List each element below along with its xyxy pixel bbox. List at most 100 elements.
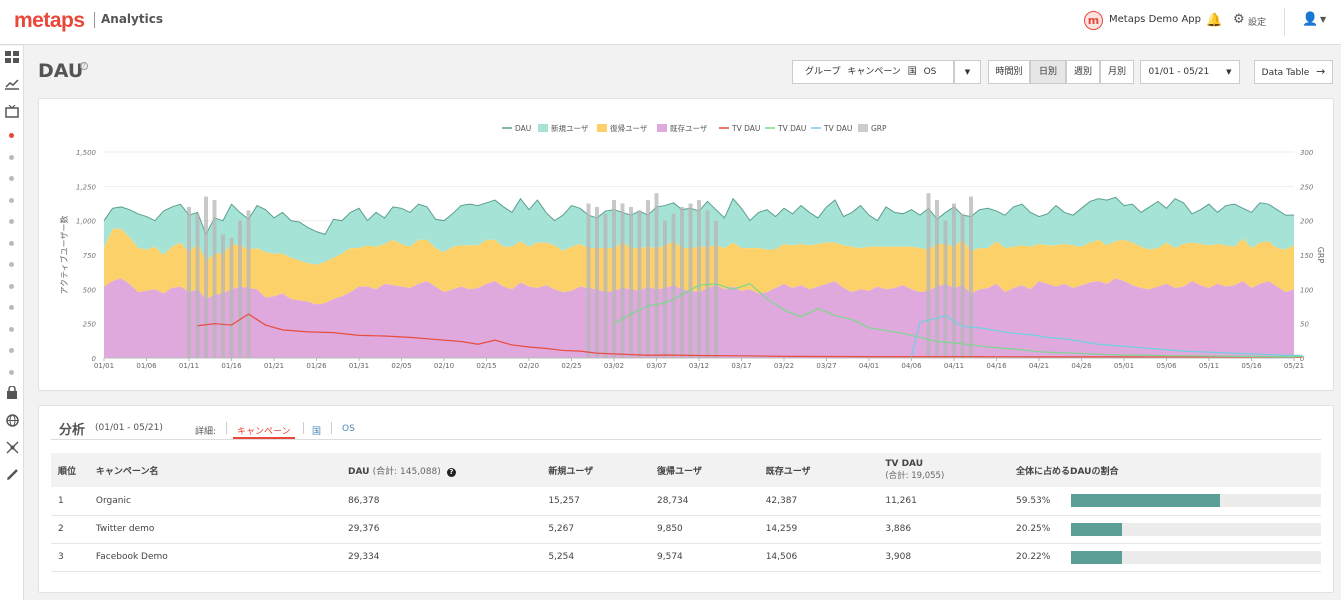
settings-link[interactable]: 設定	[1248, 15, 1266, 28]
x-tick-label: 02/10	[434, 362, 454, 370]
sidebar-nav-dot[interactable]	[9, 283, 14, 289]
grp-bar	[960, 213, 965, 358]
date-range-value: 01/01 - 05/21	[1148, 67, 1210, 77]
group-selector[interactable]: グループ キャンペーン 国 OS	[792, 60, 954, 84]
sidebar-nav-dot[interactable]	[9, 369, 14, 375]
cell-name: Organic	[88, 487, 341, 516]
tab-divider	[331, 422, 332, 434]
sidebar-nav-dot[interactable]	[9, 219, 14, 224]
cell-existing: 14,506	[758, 543, 879, 572]
metaps-logo[interactable]: metaps	[14, 9, 85, 33]
help-icon[interactable]: ?	[80, 62, 88, 70]
share-bar-track	[1071, 494, 1321, 508]
legend-swatch	[597, 124, 607, 132]
caret-down-icon: ▼	[964, 68, 971, 76]
x-tick-label: 04/26	[1071, 362, 1092, 370]
dashboard-icon[interactable]	[4, 51, 20, 65]
y-tick-label: 1,500	[76, 149, 97, 157]
granularity-hourly[interactable]: 時間別	[988, 60, 1030, 84]
globe-icon[interactable]	[4, 414, 20, 428]
grp-bar	[697, 200, 701, 358]
legend-label: 新規ユーザ	[551, 123, 589, 133]
tab-os[interactable]: OS	[342, 424, 355, 434]
table-row[interactable]: 1 Organic 86,378 15,257 28,734 42,387 11,261 59…	[51, 487, 1321, 516]
caret-down-icon[interactable]: ▼	[1320, 15, 1326, 24]
bell-icon[interactable]: 🔔	[1206, 13, 1222, 28]
sidebar-nav-dot[interactable]	[9, 133, 14, 138]
app-selector[interactable]: Metaps Demo App	[1109, 14, 1201, 25]
y-tick-label: 750	[83, 252, 97, 260]
analysis-table: 順位 キャンペーン名 DAU (合計: 145,088) ? 新規ユーザ 復帰ユ…	[51, 453, 1321, 572]
x-tick-label: 01/31	[349, 362, 369, 370]
data-table-button[interactable]: Data Table →	[1254, 60, 1333, 84]
cell-tv: 3,908	[878, 543, 1009, 572]
col-tv-dau[interactable]: TV DAU (合計: 19,055)	[878, 453, 1009, 487]
col-share[interactable]: 全体に占めるDAUの割合	[1009, 453, 1321, 487]
sidebar-nav-dot[interactable]	[9, 176, 14, 181]
x-tick-label: 01/21	[264, 362, 284, 370]
col-rank[interactable]: 順位	[51, 453, 89, 487]
sidebar	[0, 46, 24, 600]
col-tv-total: (合計: 19,055)	[885, 471, 945, 481]
cell-tv: 11,261	[878, 487, 1009, 516]
chart-icon[interactable]	[4, 78, 20, 92]
user-icon[interactable]: 👤	[1302, 12, 1318, 27]
col-existing-users[interactable]: 既存ユーザ	[758, 453, 879, 487]
sidebar-nav-dot[interactable]	[9, 154, 14, 160]
user-divider	[1284, 8, 1285, 36]
sidebar-nav-dot[interactable]	[9, 197, 14, 203]
y-tick-label: 250	[83, 321, 97, 329]
col-returning-users[interactable]: 復帰ユーザ	[650, 453, 759, 487]
granularity-monthly[interactable]: 月別	[1100, 60, 1134, 84]
share-bar-fill	[1071, 522, 1122, 536]
legend-label: 既存ユーザ	[670, 123, 708, 133]
tv-icon[interactable]	[4, 104, 20, 119]
legend-swatch	[657, 124, 667, 132]
granularity-weekly[interactable]: 週別	[1066, 60, 1100, 84]
col-dau-total: (合計: 145,088)	[372, 466, 441, 477]
group-dropdown-button[interactable]: ▼	[954, 60, 981, 84]
tab-divider	[303, 422, 304, 434]
help-icon[interactable]: ?	[446, 467, 456, 477]
cell-new: 5,267	[541, 515, 651, 544]
date-range-picker[interactable]: 01/01 - 05/21 ▼	[1140, 60, 1240, 84]
x-tick-label: 05/11	[1199, 362, 1219, 370]
share-percent: 20.22%	[1016, 552, 1051, 562]
grp-bar	[680, 206, 684, 358]
grp-bar	[926, 193, 931, 358]
dau-chart: 02505007501,0001,2501,500050100150200250…	[59, 123, 1325, 370]
sidebar-nav-dot[interactable]	[9, 305, 14, 310]
granularity-daily[interactable]: 日別	[1030, 60, 1066, 84]
share-bar-fill	[1071, 550, 1122, 564]
tab-campaign[interactable]: キャンペーン	[237, 424, 291, 437]
x-tick-label: 04/06	[901, 362, 922, 370]
sidebar-nav-dot[interactable]	[9, 262, 14, 267]
y-tick-label: 1,000	[76, 218, 97, 226]
col-new-users[interactable]: 新規ユーザ	[541, 453, 651, 487]
detail-label: 詳細:	[195, 427, 217, 437]
x-tick-label: 03/17	[731, 362, 751, 370]
lock-icon[interactable]	[4, 385, 20, 400]
col-campaign-name[interactable]: キャンペーン名	[88, 453, 341, 487]
sidebar-nav-dot[interactable]	[9, 326, 14, 332]
col-dau[interactable]: DAU (合計: 145,088) ?	[341, 453, 542, 487]
col-dau-label: DAU	[348, 466, 370, 477]
cell-share: 20.25%	[1009, 515, 1321, 544]
sidebar-nav-dot[interactable]	[9, 348, 14, 353]
sidebar-nav-dot[interactable]	[9, 240, 14, 246]
x-tick-label: 03/02	[604, 362, 624, 370]
x-tick-label: 03/07	[646, 362, 666, 370]
table-row[interactable]: 2 Twitter demo 29,376 5,267 9,850 14,259 3,886…	[51, 515, 1321, 544]
tab-country[interactable]: 国	[312, 424, 321, 437]
network-icon[interactable]	[4, 441, 20, 455]
pencil-icon[interactable]	[4, 468, 20, 482]
grp-bar	[671, 213, 676, 358]
page-title: DAU	[38, 60, 84, 82]
x-tick-label: 03/12	[689, 362, 709, 370]
gear-icon[interactable]: ⚙	[1233, 12, 1245, 27]
table-row[interactable]: 3 Facebook Demo 29,334 5,254 9,574 14,506 3,90…	[51, 543, 1321, 572]
x-tick-label: 02/25	[561, 362, 581, 370]
app-badge-icon[interactable]: m	[1084, 11, 1103, 30]
arrow-right-icon: →	[1316, 65, 1326, 78]
grp-bar	[935, 200, 939, 358]
